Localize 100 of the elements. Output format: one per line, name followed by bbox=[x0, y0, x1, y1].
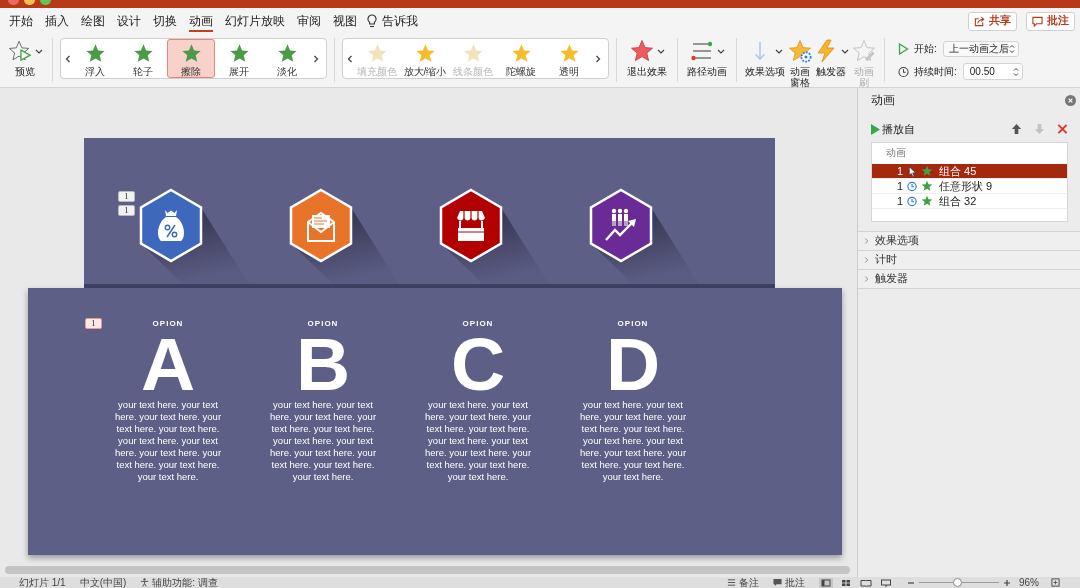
option-letter: A bbox=[140, 335, 196, 393]
animation-effect-button[interactable]: 擦除 bbox=[167, 39, 215, 78]
animation-effect-button[interactable]: 轮子 bbox=[119, 39, 167, 78]
star-icon bbox=[462, 43, 484, 64]
slideshow-icon[interactable] bbox=[879, 577, 893, 588]
up-arrow-icon[interactable] bbox=[1011, 123, 1022, 135]
caret-icon bbox=[716, 48, 725, 54]
star-gear-icon bbox=[788, 39, 812, 63]
order-number: 1 bbox=[897, 195, 905, 207]
list-header: 动画 bbox=[886, 147, 906, 159]
caret-icon bbox=[656, 48, 665, 54]
preview-button[interactable]: 预览 bbox=[5, 34, 45, 77]
chevron-right-icon[interactable] bbox=[313, 54, 319, 63]
ribbon-tab[interactable]: 开始 bbox=[9, 10, 33, 32]
stepper-icon bbox=[1008, 43, 1015, 54]
path-animation-button[interactable]: 路径动画 bbox=[685, 34, 729, 77]
option-heading: OPION bbox=[462, 319, 494, 329]
horizontal-scrollbar[interactable] bbox=[5, 566, 850, 574]
animation-name: 组合 45 bbox=[939, 163, 977, 179]
ribbon-tab[interactable]: 幻灯片放映 bbox=[225, 10, 285, 32]
chevron-left-icon[interactable] bbox=[347, 54, 353, 63]
comments-button[interactable]: 批注 bbox=[773, 577, 805, 588]
ribbon-tab[interactable]: 设计 bbox=[117, 10, 141, 32]
clock-icon bbox=[907, 195, 917, 207]
ribbon-tab[interactable]: 动画 bbox=[189, 10, 213, 32]
exit-effect-button[interactable]: 退出效果 bbox=[624, 34, 670, 77]
star-icon bbox=[558, 43, 580, 64]
play-icon bbox=[871, 123, 880, 135]
animation-order-tag[interactable]: 1 bbox=[118, 191, 135, 202]
normal-view-icon[interactable] bbox=[819, 577, 833, 588]
star-icon bbox=[276, 43, 298, 64]
status-text: 幻灯片 1/1 bbox=[19, 577, 66, 588]
ribbon-tab[interactable]: 绘图 bbox=[81, 10, 105, 32]
play-icon bbox=[898, 42, 909, 55]
star-icon bbox=[921, 195, 933, 207]
animation-list-item[interactable]: 1 组合 45 bbox=[872, 164, 1067, 179]
slider-thumb[interactable] bbox=[952, 578, 962, 587]
order-number: 1 bbox=[897, 180, 905, 192]
star-icon bbox=[921, 165, 933, 177]
star-icon bbox=[228, 43, 250, 64]
order-number: 1 bbox=[897, 165, 905, 177]
animation-list-item[interactable]: 1 任意形状 9 bbox=[872, 179, 1067, 194]
option-body-text: your text here. your text here. your text here. your text here. your text here. your text here. your text here. your text here. your text here. your text here. your text here. bbox=[423, 399, 533, 483]
animation-effect-button[interactable]: 陀螺旋 bbox=[497, 39, 545, 78]
status-text: 辅助功能: 调查 bbox=[152, 577, 218, 588]
option-heading: OPION bbox=[617, 319, 649, 329]
reading-view-icon[interactable] bbox=[859, 577, 873, 588]
minimize-window-button[interactable] bbox=[24, 0, 35, 5]
fit-to-window-icon[interactable] bbox=[1051, 578, 1060, 587]
caret-icon bbox=[774, 48, 783, 54]
star-icon bbox=[84, 43, 106, 64]
delete-icon[interactable] bbox=[1057, 123, 1068, 135]
zoom-level-text: 96% bbox=[1019, 577, 1039, 588]
start-label: 开始: bbox=[914, 41, 937, 56]
comments-button[interactable]: 批注 bbox=[1026, 11, 1075, 31]
start-dropdown[interactable]: 上一动画之后 bbox=[942, 40, 1019, 57]
star-icon bbox=[921, 180, 933, 192]
slide-sorter-icon[interactable] bbox=[839, 577, 853, 588]
star-icon bbox=[366, 43, 388, 64]
ribbon-tab[interactable]: 切换 bbox=[153, 10, 177, 32]
animation-name: 组合 32 bbox=[939, 193, 977, 209]
share-button[interactable]: 共享 bbox=[968, 11, 1017, 31]
trigger-button[interactable]: 触发器 bbox=[814, 34, 848, 77]
notes-button[interactable]: 备注 bbox=[727, 577, 759, 588]
zoom-window-button[interactable] bbox=[40, 0, 51, 5]
animation-effect-button[interactable]: 放大/缩小 bbox=[401, 39, 449, 78]
animation-order-tag[interactable]: 1 bbox=[85, 318, 102, 329]
ribbon-tab[interactable]: 插入 bbox=[45, 10, 69, 32]
animation-effect-button[interactable]: 展开 bbox=[215, 39, 263, 78]
clock-icon bbox=[898, 65, 909, 78]
tell-me-button[interactable]: 告诉我 bbox=[367, 12, 418, 30]
duration-field[interactable]: 00.50 bbox=[962, 63, 1023, 80]
zoom-in-icon[interactable] bbox=[1003, 578, 1011, 587]
ribbon-tab[interactable]: 审阅 bbox=[297, 10, 321, 32]
animation-effect-button[interactable]: 透明 bbox=[545, 39, 593, 78]
chevron-right-icon[interactable] bbox=[595, 54, 601, 63]
share-icon bbox=[974, 15, 985, 27]
status-text: 中文(中国) bbox=[79, 577, 127, 588]
animation-pane-button[interactable]: 动画窗格 bbox=[787, 34, 813, 88]
play-from-button[interactable]: 播放自 bbox=[871, 121, 915, 137]
option-body-text: your text here. your text here. your text here. your text here. your text here. your text here. your text here. your text here. your text here. your text here. your text here. bbox=[113, 399, 223, 483]
option-letter: B bbox=[295, 335, 351, 393]
chevron-right-icon bbox=[864, 256, 869, 264]
option-body-text: your text here. your text here. your text here. your text here. your text here. your text here. your text here. your text here. your text here. your text here. your text here. bbox=[578, 399, 688, 483]
ribbon-tab[interactable]: 视图 bbox=[333, 10, 357, 32]
chevron-right-icon bbox=[864, 237, 869, 245]
animation-order-tag[interactable]: 1 bbox=[118, 205, 135, 216]
animation-effect-button[interactable]: 淡化 bbox=[263, 39, 311, 78]
animation-name: 任意形状 9 bbox=[939, 178, 993, 194]
path-lines-icon bbox=[689, 39, 714, 63]
mouse-pointer-icon bbox=[907, 165, 917, 177]
option-body-text: your text here. your text here. your text here. your text here. your text here. your text here. your text here. your text here. your text here. your text here. your text here. bbox=[268, 399, 378, 483]
animation-list-item[interactable]: 1 组合 32 bbox=[872, 194, 1067, 209]
chevron-left-icon[interactable] bbox=[65, 54, 71, 63]
effect-options-button[interactable]: 效果选项 bbox=[744, 34, 786, 77]
star-play-icon bbox=[7, 39, 32, 63]
animation-effect-button[interactable]: 浮入 bbox=[71, 39, 119, 78]
lightbulb-icon bbox=[367, 14, 377, 28]
close-icon[interactable] bbox=[1065, 94, 1076, 106]
star-brush-icon bbox=[852, 39, 876, 63]
